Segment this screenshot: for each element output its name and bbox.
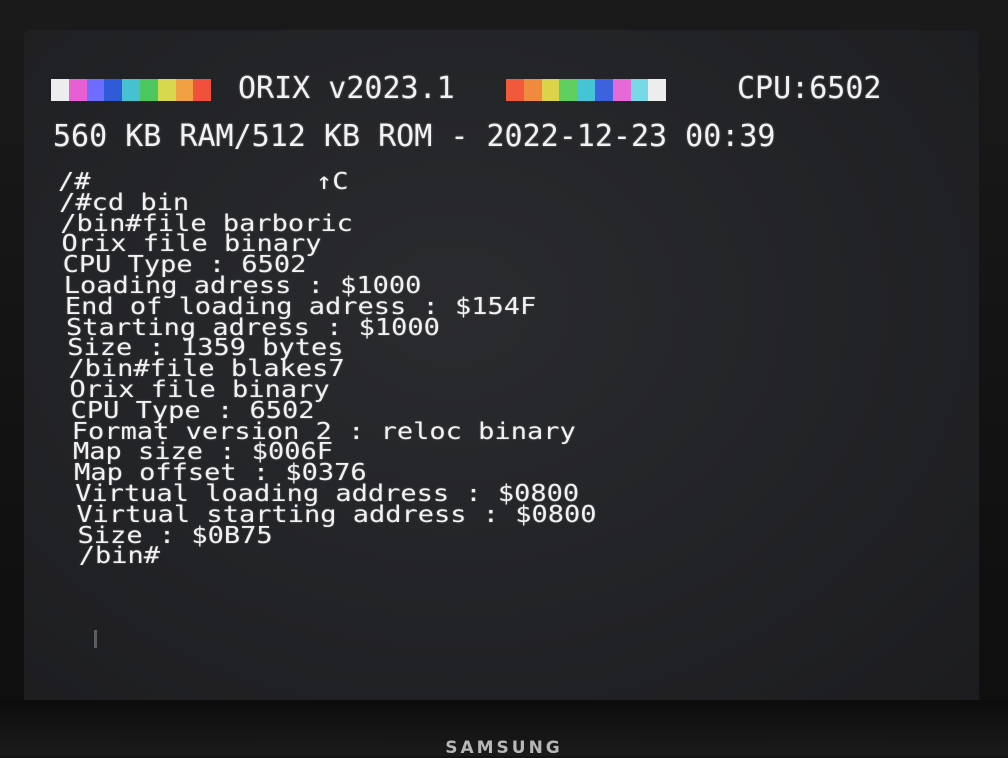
ctrl-c-indicator: ↑C <box>316 168 349 195</box>
color-swatch <box>86 79 105 101</box>
screen-artifact <box>94 630 97 648</box>
color-swatch <box>648 79 667 101</box>
system-status: 560 KB RAM/512 KB ROM - 2022-12-23 00:39 <box>53 119 776 154</box>
right-colorbar <box>506 79 667 101</box>
color-swatch <box>175 79 194 101</box>
cpu-label: CPU:6502 <box>737 71 882 106</box>
color-swatch <box>157 79 176 101</box>
os-title: ORIX v2023.1 <box>238 71 455 106</box>
left-colorbar <box>51 79 212 101</box>
color-swatch <box>51 79 69 101</box>
color-swatch <box>506 79 524 101</box>
console-line: /bin# <box>78 542 160 570</box>
header-bar: ORIX v2023.1 CPU:6502 <box>51 74 951 104</box>
color-swatch <box>594 79 613 101</box>
color-swatch <box>104 79 123 101</box>
color-swatch <box>523 79 542 101</box>
color-swatch <box>139 79 158 101</box>
terminal-screen[interactable]: ORIX v2023.1 CPU:6502 560 KB RAM/512 KB … <box>24 30 979 720</box>
color-swatch <box>68 79 87 101</box>
color-swatch <box>630 79 649 101</box>
color-swatch <box>559 79 578 101</box>
monitor-brand-logo: SAMSUNG <box>445 738 563 758</box>
color-swatch <box>193 79 212 101</box>
color-swatch <box>122 79 140 101</box>
color-swatch <box>541 79 560 101</box>
color-swatch <box>577 79 595 101</box>
color-swatch <box>612 79 631 101</box>
